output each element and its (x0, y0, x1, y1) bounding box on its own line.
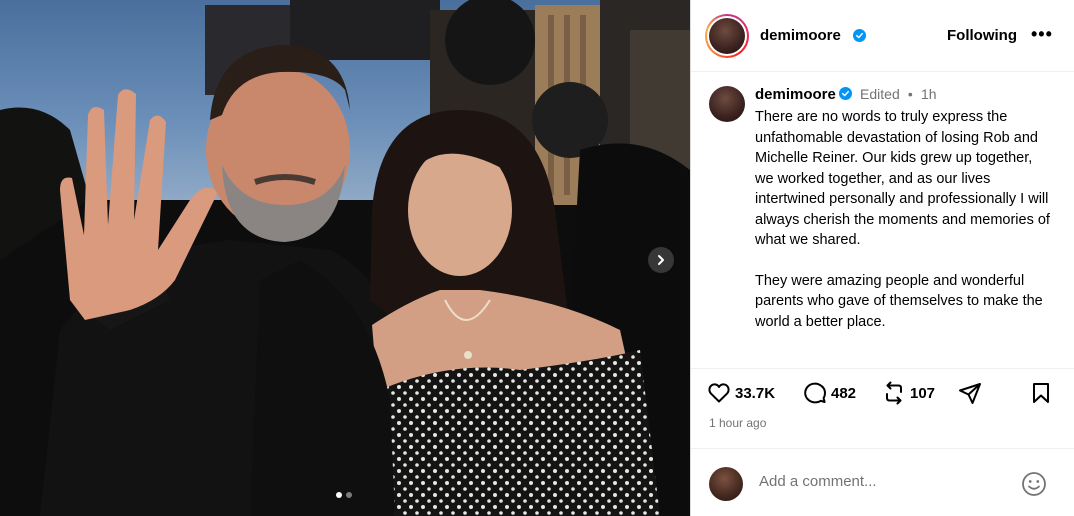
verified-badge-icon (838, 87, 852, 100)
caption-username[interactable]: demimoore (755, 86, 836, 103)
post-photo[interactable] (0, 0, 690, 516)
edited-label: Edited (860, 86, 900, 102)
carousel-indicator (336, 492, 352, 498)
comment-action[interactable]: 482 (803, 381, 856, 405)
like-action[interactable]: 33.7K (707, 381, 775, 405)
photo-illustration (0, 0, 690, 516)
caption-avatar[interactable] (709, 86, 745, 122)
meta-separator: • (907, 86, 913, 102)
repost-action[interactable]: 107 (882, 381, 935, 405)
save-action[interactable] (1029, 381, 1053, 405)
following-button[interactable]: Following (947, 27, 1017, 44)
caption-header: demimoore Edited • 1h (755, 86, 937, 103)
emoji-icon[interactable] (1021, 471, 1047, 497)
header-username[interactable]: demimoore (760, 27, 841, 44)
caption-text: There are no words to truly express the … (755, 107, 1051, 352)
carousel-dot-active (336, 492, 342, 498)
caption-paragraph: They were amazing people and wonderful p… (755, 272, 1043, 330)
send-icon[interactable] (958, 381, 982, 405)
user-avatar (709, 467, 743, 501)
comment-count[interactable]: 482 (831, 385, 856, 402)
action-bar: 33.7K 482 107 (691, 368, 1074, 414)
post-age[interactable]: 1h (921, 86, 937, 102)
repost-count[interactable]: 107 (910, 385, 935, 402)
post-header: demimoore Following ••• (691, 0, 1074, 72)
avatar[interactable] (705, 14, 749, 58)
like-count[interactable]: 33.7K (735, 385, 775, 402)
post-timestamp[interactable]: 1 hour ago (709, 416, 766, 430)
caption-area: demimoore Edited • 1h There are no words… (691, 72, 1074, 368)
comment-input[interactable] (759, 473, 1009, 490)
post-side-panel: demimoore Following ••• demimoore Edited… (690, 0, 1074, 516)
share-action[interactable] (958, 381, 982, 405)
comment-icon[interactable] (803, 381, 827, 405)
carousel-dot (346, 492, 352, 498)
verified-badge-icon (853, 29, 866, 42)
chevron-right-icon (658, 255, 664, 265)
caption-paragraph: There are no words to truly express the … (755, 109, 1050, 248)
next-photo-button[interactable] (648, 247, 674, 273)
more-options-button[interactable]: ••• (1031, 24, 1053, 45)
repost-icon[interactable] (882, 381, 906, 405)
comment-composer (691, 448, 1074, 516)
bookmark-icon[interactable] (1029, 381, 1053, 405)
heart-icon[interactable] (707, 381, 731, 405)
